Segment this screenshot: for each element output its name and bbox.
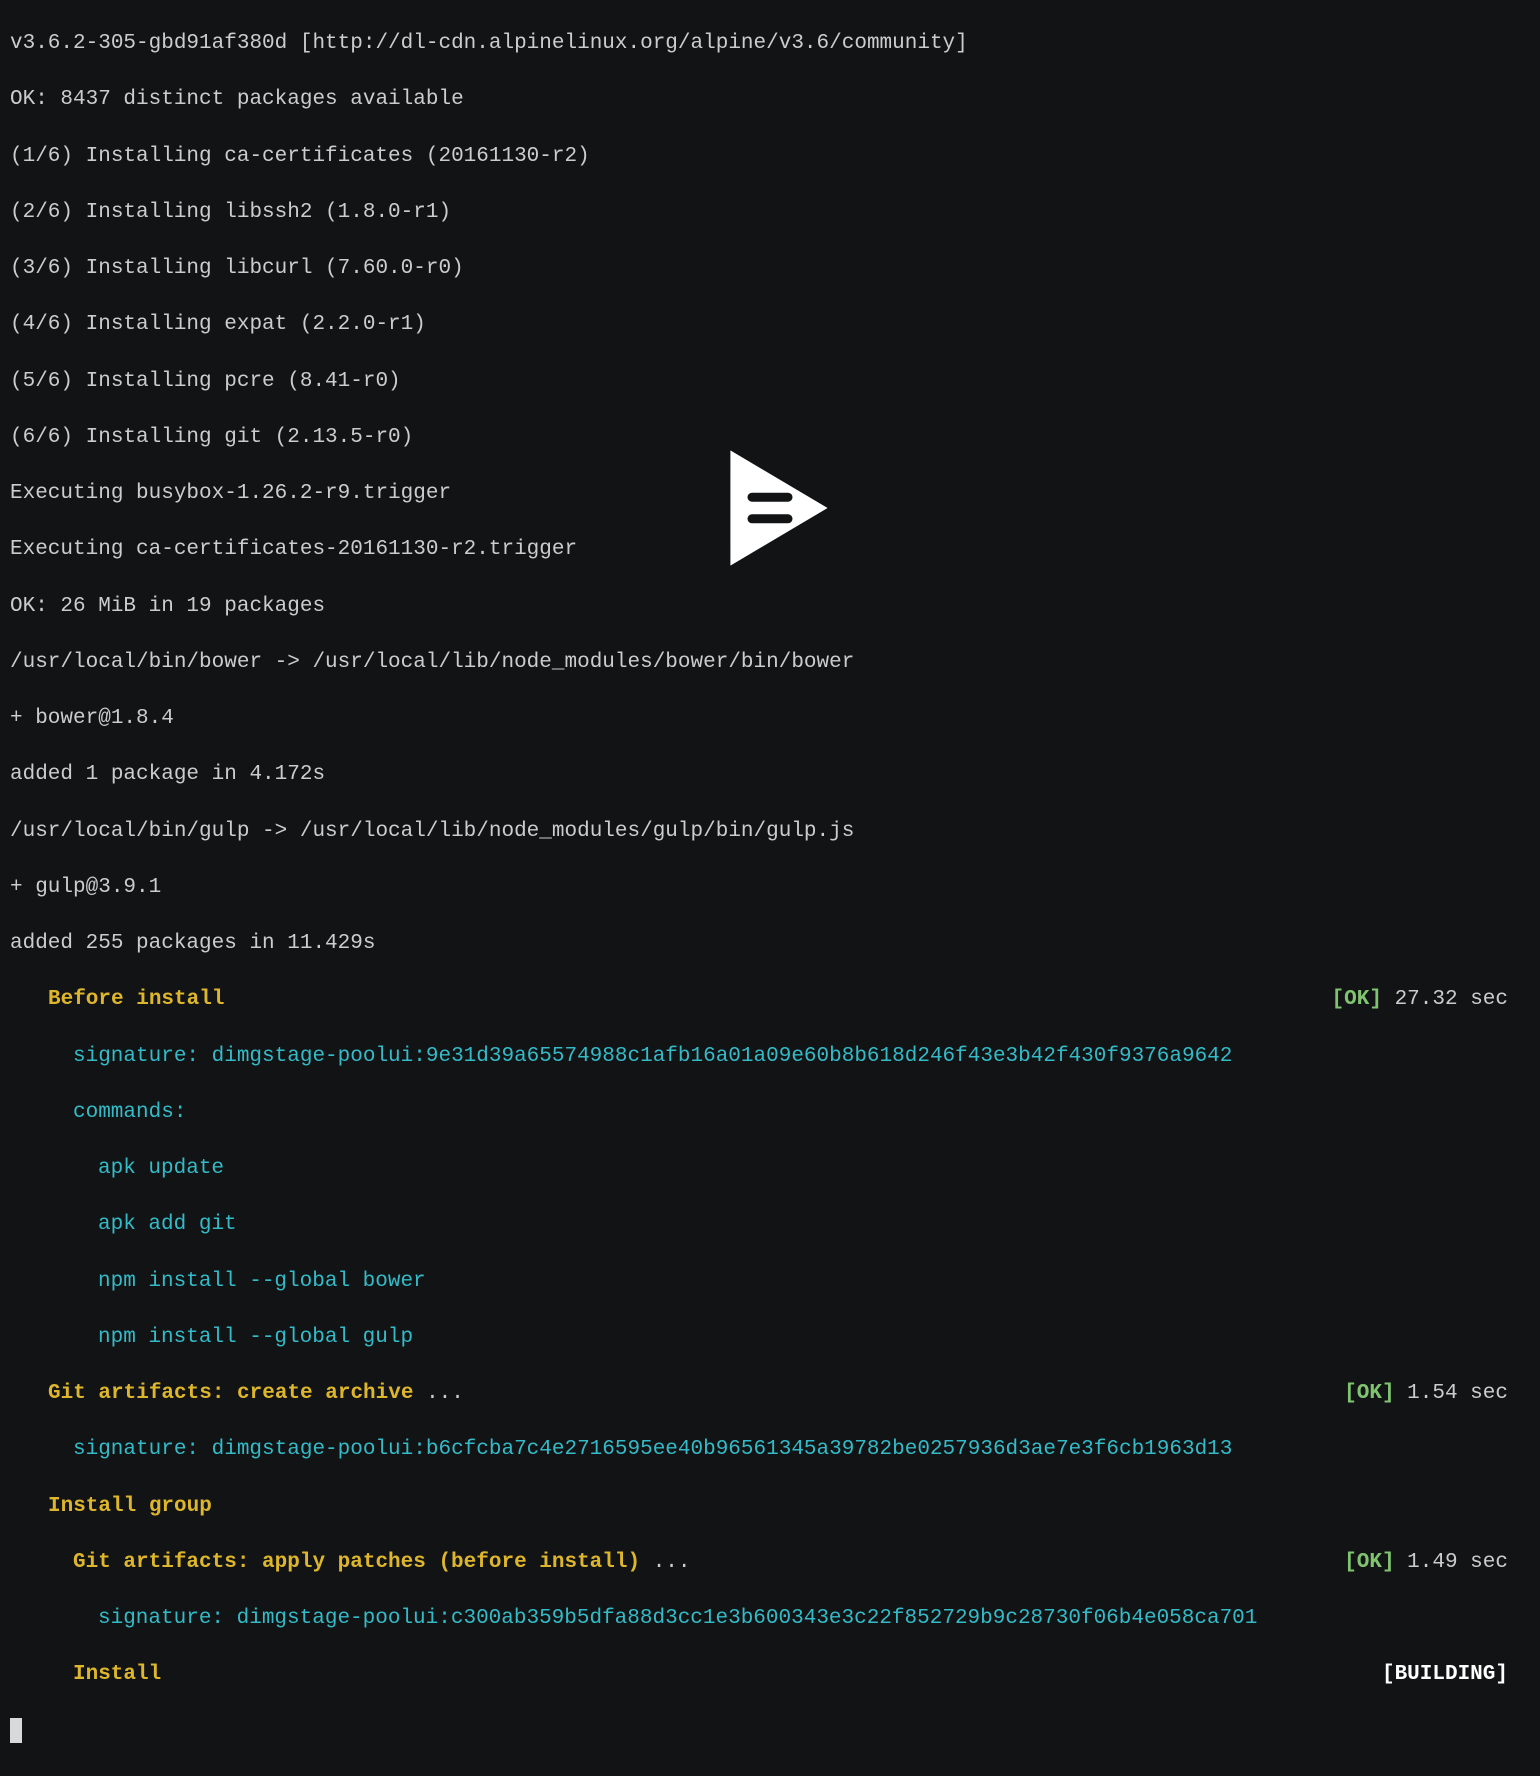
- output-line: added 1 package in 4.172s: [10, 761, 1530, 789]
- stage-label: Install: [73, 1663, 161, 1686]
- stage-status: [OK]: [1344, 1382, 1394, 1405]
- output-line: (1/6) Installing ca-certificates (201611…: [10, 143, 1530, 171]
- signature-line: signature: dimgstage-poolui:b6cfcba7c4e2…: [10, 1436, 1530, 1464]
- stage-install-group: Install group: [10, 1493, 1530, 1521]
- play-button[interactable]: [680, 418, 860, 598]
- command-line: apk update: [10, 1155, 1530, 1183]
- output-line: (4/6) Installing expat (2.2.0-r1): [10, 311, 1530, 339]
- output-line: /usr/local/bin/gulp -> /usr/local/lib/no…: [10, 818, 1530, 846]
- stage-label: Git artifacts: apply patches (before ins…: [73, 1551, 640, 1574]
- stage-git-artifacts-apply: Git artifacts: apply patches (before ins…: [10, 1549, 1530, 1577]
- cursor-line: [10, 1718, 1530, 1746]
- stage-status: [BUILDING]: [1382, 1663, 1508, 1686]
- command-line: npm install --global bower: [10, 1268, 1530, 1296]
- signature-line: signature: dimgstage-poolui:c300ab359b5d…: [10, 1605, 1530, 1633]
- output-line: + gulp@3.9.1: [10, 874, 1530, 902]
- stage-install: Install [BUILDING]: [10, 1661, 1530, 1689]
- output-line: OK: 8437 distinct packages available: [10, 86, 1530, 114]
- output-line: (3/6) Installing libcurl (7.60.0-r0): [10, 255, 1530, 283]
- command-line: npm install --global gulp: [10, 1324, 1530, 1352]
- stage-time: 1.49 sec: [1407, 1551, 1508, 1574]
- stage-time: 27.32 sec: [1395, 988, 1508, 1011]
- output-line: /usr/local/bin/bower -> /usr/local/lib/n…: [10, 649, 1530, 677]
- output-line: + bower@1.8.4: [10, 705, 1530, 733]
- stage-before-install: Before install [OK] 27.32 sec: [10, 986, 1530, 1014]
- play-icon: [680, 418, 860, 598]
- stage-label: Git artifacts: create archive: [48, 1382, 413, 1405]
- stage-label: Before install: [48, 988, 224, 1011]
- output-line: v3.6.2-305-gbd91af380d [http://dl-cdn.al…: [10, 30, 1530, 58]
- stage-status: [OK]: [1344, 1551, 1394, 1574]
- stage-git-artifacts-create: Git artifacts: create archive ...[OK] 1.…: [10, 1380, 1530, 1408]
- terminal-cursor: [10, 1718, 22, 1743]
- commands-label: commands:: [10, 1099, 1530, 1127]
- output-line: added 255 packages in 11.429s: [10, 930, 1530, 958]
- stage-status: [OK]: [1332, 988, 1382, 1011]
- terminal-output: v3.6.2-305-gbd91af380d [http://dl-cdn.al…: [0, 0, 1540, 1776]
- output-line: (2/6) Installing libssh2 (1.8.0-r1): [10, 199, 1530, 227]
- command-line: apk add git: [10, 1211, 1530, 1239]
- signature-line: signature: dimgstage-poolui:9e31d39a6557…: [10, 1043, 1530, 1071]
- stage-time: 1.54 sec: [1407, 1382, 1508, 1405]
- output-line: (5/6) Installing pcre (8.41-r0): [10, 368, 1530, 396]
